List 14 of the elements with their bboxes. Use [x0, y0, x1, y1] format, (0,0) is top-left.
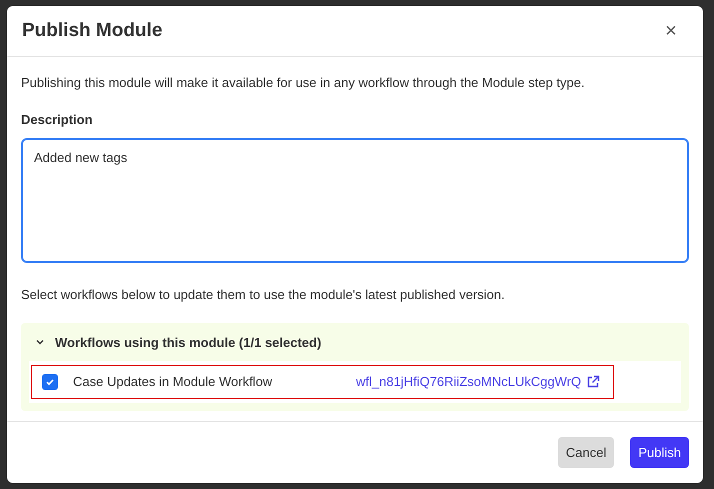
workflow-row[interactable]: Case Updates in Module Workflow wfl_n81jHfiQ76RiiZsoMNcLUkCggWrQ	[31, 365, 614, 399]
workflow-link[interactable]: wfl_n81jHfiQ76RiiZsoMNcLUkCggWrQ	[356, 372, 582, 392]
instructions-text: Select workflows below to update them to use the module's latest published version.	[21, 286, 506, 304]
description-label: Description	[21, 110, 94, 129]
publish-button[interactable]: Publish	[630, 437, 689, 468]
description-field[interactable]: Added new tags	[21, 138, 689, 263]
checkbox[interactable]	[42, 374, 58, 390]
close-button[interactable]: ×	[659, 19, 683, 43]
cancel-button[interactable]: Cancel	[558, 437, 614, 468]
workflow-name: Case Updates in Module Workflow	[73, 373, 274, 392]
intro-text: Publishing this module will make it available for use in any workflow through the Module step type.	[21, 74, 586, 92]
workflows-heading: Workflows using this module (1/1 selected)	[55, 334, 322, 352]
dialog-title: Publish Module	[22, 18, 162, 43]
external-link-icon[interactable]	[586, 375, 600, 389]
